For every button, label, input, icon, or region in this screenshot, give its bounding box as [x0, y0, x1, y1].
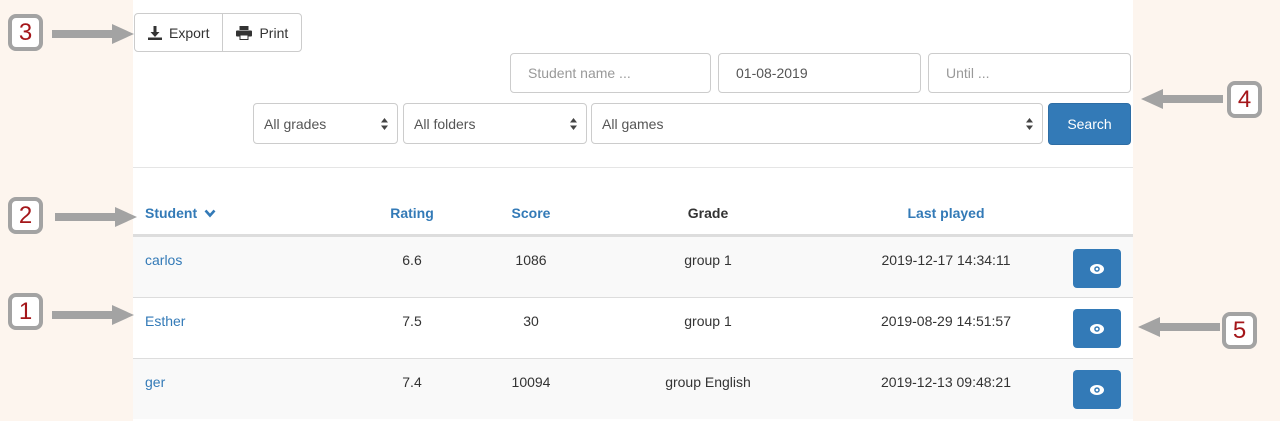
rating-cell: 6.6: [402, 252, 422, 268]
eye-icon: [1090, 323, 1104, 334]
select-arrows-icon: [381, 118, 388, 130]
callout-arrow-right-icon: [52, 24, 134, 44]
export-label: Export: [169, 24, 210, 41]
column-header-last-played[interactable]: Last played: [907, 205, 984, 221]
export-print-group: Export Print: [134, 13, 303, 52]
view-button[interactable]: [1073, 370, 1121, 409]
callout-badge-2: 2: [8, 197, 43, 234]
search-label: Search: [1067, 116, 1112, 132]
callout-number: 4: [1237, 85, 1252, 113]
score-cell: 1086: [515, 252, 547, 268]
callout-arrow-left-icon: [1141, 89, 1223, 109]
eye-icon: [1090, 263, 1104, 274]
eye-icon: [1090, 384, 1104, 395]
last-played-cell: 2019-08-29 14:51:57: [881, 313, 1011, 329]
folder-select-value: All folders: [414, 115, 476, 132]
score-cell: 30: [523, 313, 539, 329]
column-header-rating[interactable]: Rating: [390, 205, 434, 221]
student-link[interactable]: ger: [145, 374, 165, 390]
student-name-placeholder: Student name ...: [528, 65, 631, 81]
column-header-score[interactable]: Score: [512, 205, 551, 221]
callout-number: 1: [18, 297, 33, 325]
grade-cell: group English: [665, 374, 751, 390]
student-header-label: Student: [145, 205, 198, 221]
select-arrows-icon: [1026, 118, 1033, 130]
search-button[interactable]: Search: [1048, 103, 1131, 145]
grade-select[interactable]: All grades: [253, 103, 398, 144]
printer-icon: [236, 25, 253, 40]
export-button[interactable]: Export: [135, 14, 222, 51]
table-row: ger 7.4 10094 group English 2019-12-13 0…: [133, 358, 1133, 419]
callout-number: 5: [1232, 316, 1247, 344]
callout-badge-5: 5: [1222, 312, 1257, 349]
date-until-input[interactable]: Until ...: [928, 53, 1131, 93]
divider: [133, 167, 1133, 168]
callout-arrow-right-icon: [55, 207, 137, 227]
date-until-placeholder: Until ...: [946, 65, 990, 81]
view-button[interactable]: [1073, 309, 1121, 348]
rating-cell: 7.5: [402, 313, 422, 329]
date-from-value: 01-08-2019: [736, 65, 808, 81]
callout-number: 3: [18, 18, 33, 46]
callout-badge-3: 3: [8, 14, 43, 51]
callout-badge-4: 4: [1227, 81, 1262, 118]
student-link[interactable]: Esther: [145, 313, 185, 329]
folder-select[interactable]: All folders: [403, 103, 587, 144]
last-played-cell: 2019-12-17 14:34:11: [881, 252, 1011, 268]
column-header-student[interactable]: Student: [145, 205, 216, 221]
score-cell: 10094: [511, 374, 551, 390]
grade-cell: group 1: [684, 252, 732, 268]
callout-arrow-left-icon: [1138, 317, 1220, 337]
student-name-input[interactable]: Student name ...: [510, 53, 711, 93]
chevron-down-icon: [204, 209, 216, 218]
download-icon: [148, 25, 162, 40]
callout-number: 2: [18, 201, 33, 229]
student-link[interactable]: carlos: [145, 252, 182, 268]
callout-badge-1: 1: [8, 293, 43, 330]
game-select-value: All games: [602, 115, 664, 132]
table-row: Esther 7.5 30 group 1 2019-08-29 14:51:5…: [133, 297, 1133, 358]
game-select[interactable]: All games: [591, 103, 1043, 144]
select-arrows-icon: [570, 118, 577, 130]
table-row: carlos 6.6 1086 group 1 2019-12-17 14:34…: [133, 236, 1133, 297]
view-button[interactable]: [1073, 249, 1121, 288]
column-header-grade: Grade: [687, 205, 729, 221]
last-played-cell: 2019-12-13 09:48:21: [881, 374, 1011, 390]
date-from-input[interactable]: 01-08-2019: [718, 53, 921, 93]
grade-cell: group 1: [684, 313, 732, 329]
print-label: Print: [259, 24, 289, 41]
callout-arrow-right-icon: [52, 305, 134, 325]
print-button[interactable]: Print: [222, 14, 301, 51]
grade-select-value: All grades: [264, 115, 327, 132]
rating-cell: 7.4: [402, 374, 422, 390]
